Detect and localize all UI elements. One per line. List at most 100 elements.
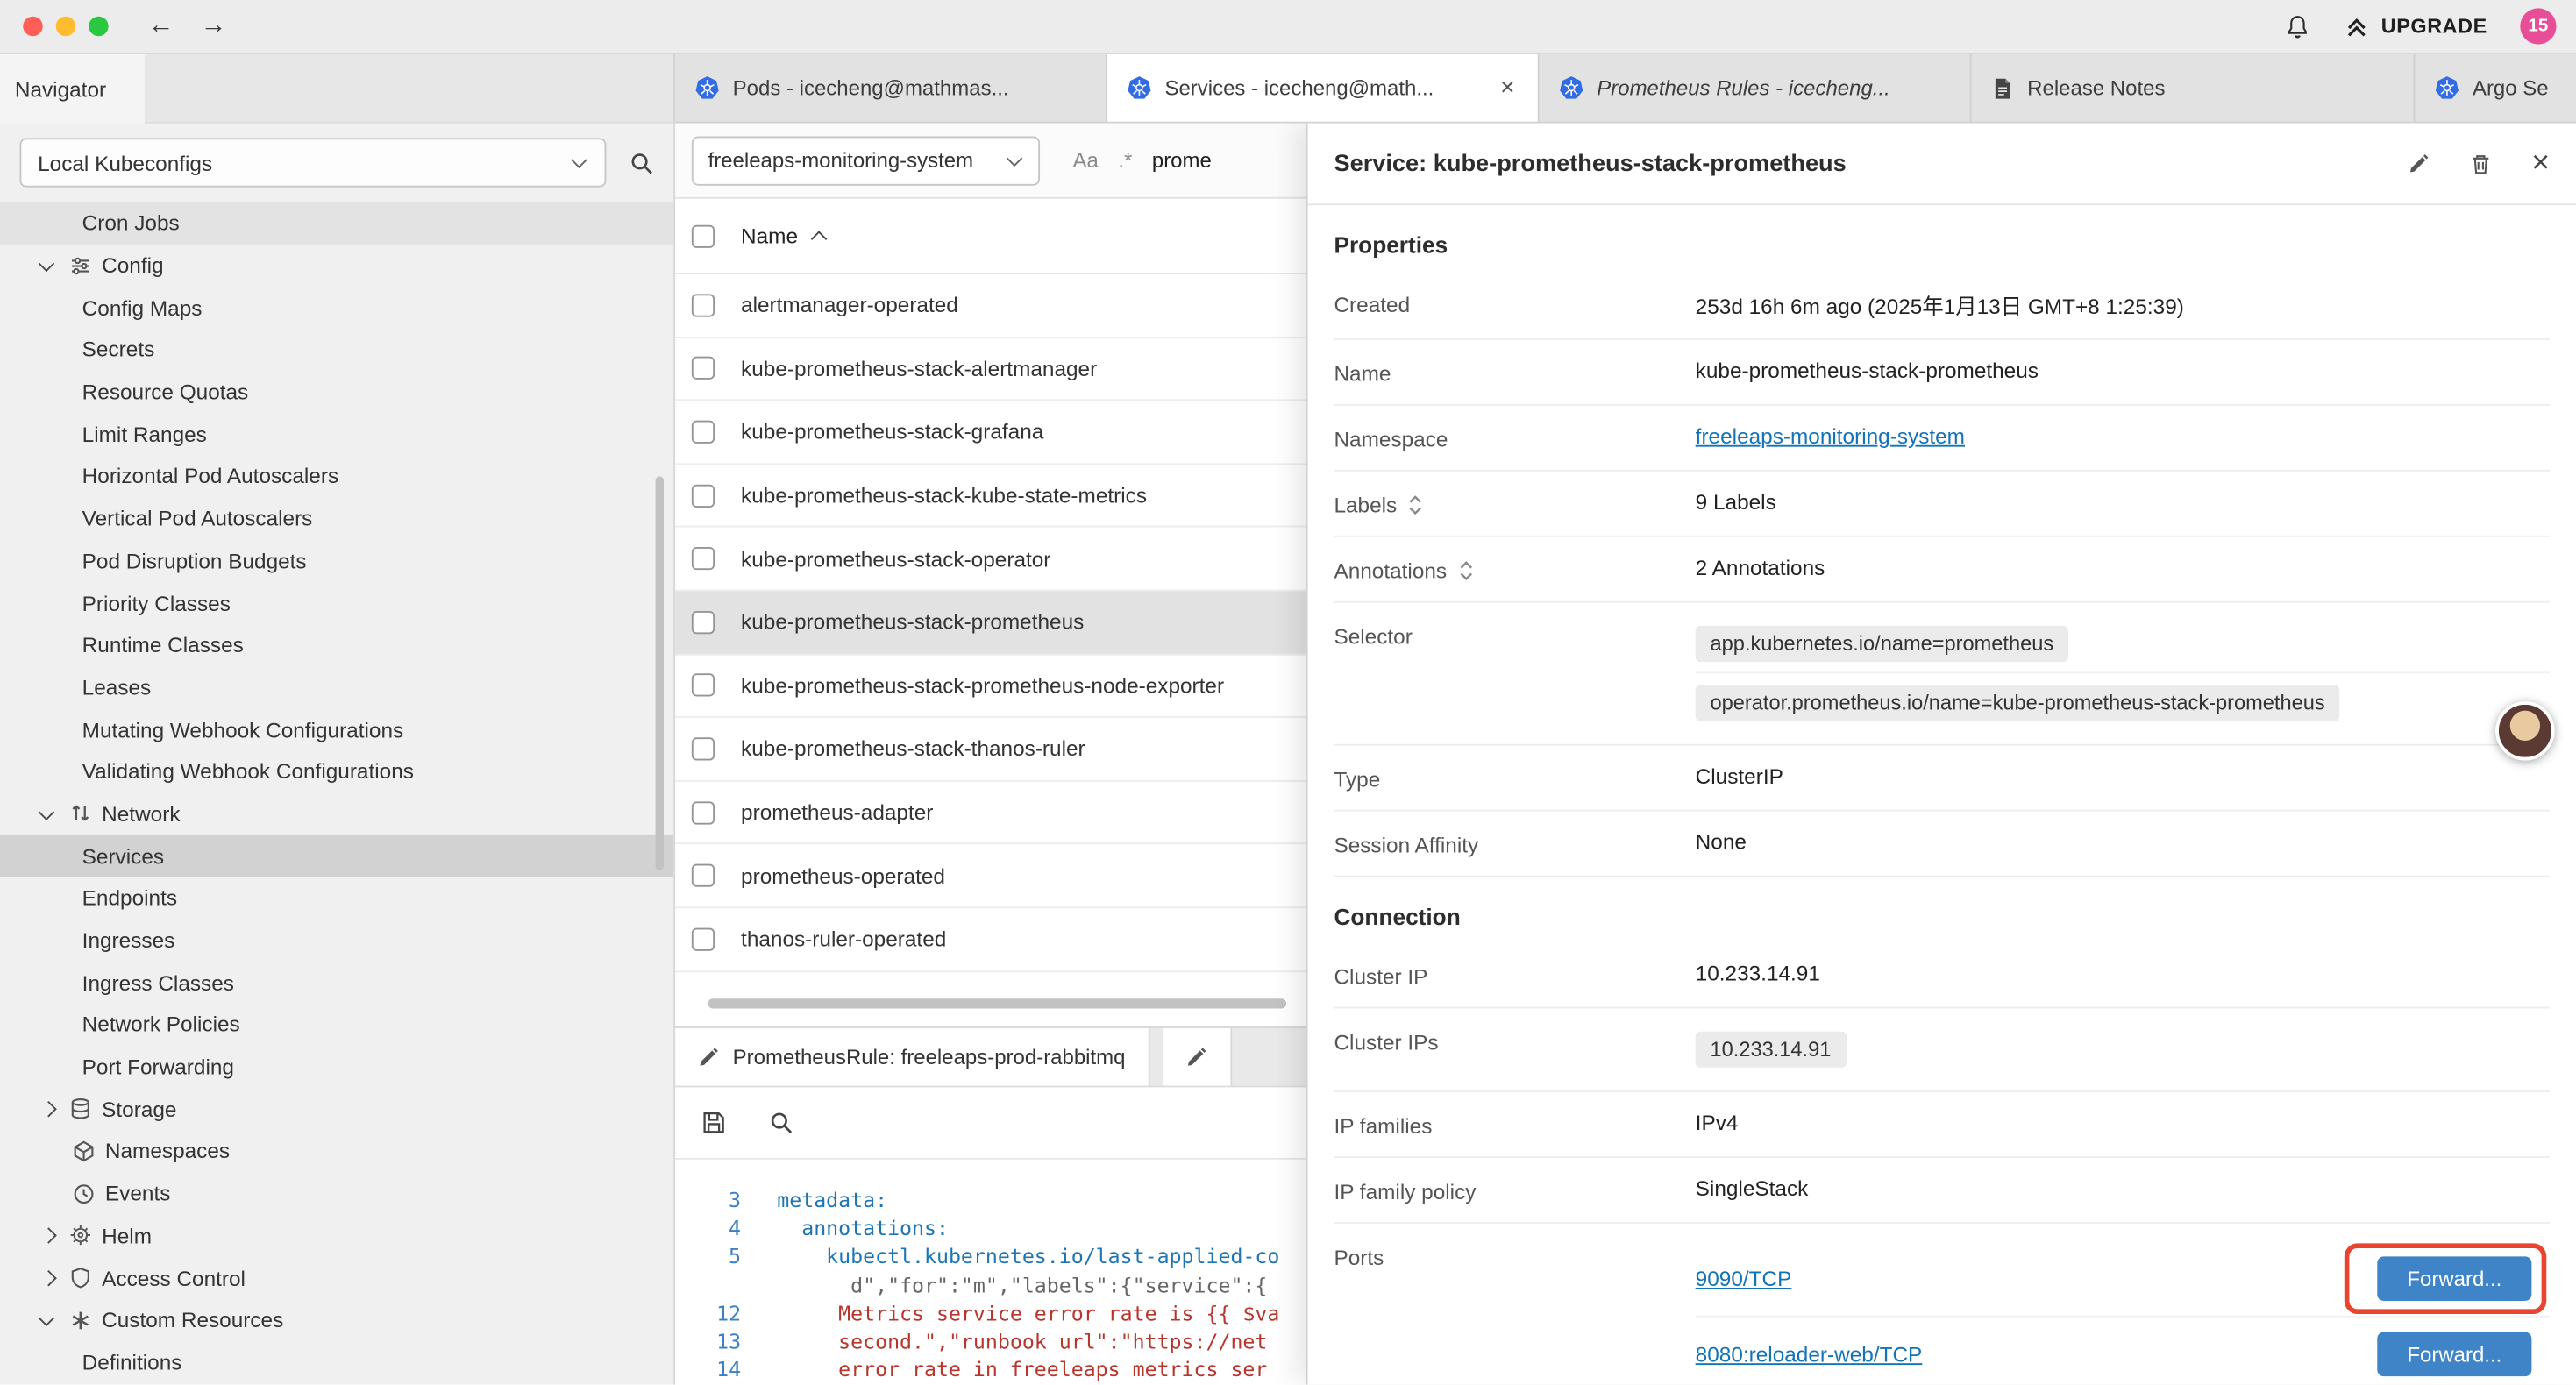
sidebar-item-horizontal-pod-autoscalers[interactable]: Horizontal Pod Autoscalers — [0, 455, 673, 497]
save-icon[interactable] — [701, 1111, 726, 1135]
sidebar-search-icon[interactable] — [630, 150, 654, 174]
row-checkbox[interactable] — [692, 611, 715, 634]
sidebar-item-pod-disruption-budgets[interactable]: Pod Disruption Budgets — [0, 540, 673, 582]
notification-badge[interactable]: 15 — [2520, 8, 2556, 44]
port-link[interactable]: 8080:reloader-web/TCP — [1696, 1342, 1923, 1367]
sidebar-item-priority-classes[interactable]: Priority Classes — [0, 582, 673, 624]
table-row[interactable]: alertmanager-operated — [675, 274, 1306, 337]
row-checkbox[interactable] — [692, 357, 715, 380]
updown-icon — [1408, 494, 1423, 515]
close-window-button[interactable] — [23, 17, 42, 36]
table-row[interactable]: kube-prometheus-stack-grafana — [675, 401, 1306, 465]
select-all-checkbox[interactable] — [692, 224, 715, 247]
sidebar-scrollbar[interactable] — [656, 476, 664, 870]
back-button[interactable]: ← — [148, 13, 174, 39]
sidebar-item-network[interactable]: Network — [0, 792, 673, 835]
tab-prometheus-rules-icecheng[interactable]: Prometheus Rules - icecheng... — [1540, 54, 1972, 122]
sidebar-item-vertical-pod-autoscalers[interactable]: Vertical Pod Autoscalers — [0, 497, 673, 539]
table-row[interactable]: thanos-ruler-operated — [675, 908, 1306, 971]
support-avatar[interactable] — [2495, 701, 2554, 760]
row-checkbox[interactable] — [692, 294, 715, 316]
chevron-right-icon — [36, 1267, 59, 1289]
table-row[interactable]: kube-prometheus-stack-prometheus — [675, 591, 1306, 654]
tab-release-notes[interactable]: Release Notes — [1971, 54, 2415, 122]
match-case-toggle[interactable]: Aa — [1073, 148, 1099, 173]
sidebar-item-validating-webhook-configurations[interactable]: Validating Webhook Configurations — [0, 750, 673, 792]
tab-services-icecheng-math[interactable]: Services - icecheng@math...× — [1107, 54, 1540, 122]
sidebar-item-port-forwarding[interactable]: Port Forwarding — [0, 1046, 673, 1088]
close-icon[interactable]: × — [1497, 75, 1518, 100]
row-checkbox[interactable] — [692, 421, 715, 444]
row-checkbox[interactable] — [692, 737, 715, 760]
sidebar-item-ingress-classes[interactable]: Ingress Classes — [0, 962, 673, 1004]
sidebar-item-label: Cron Jobs — [82, 210, 180, 235]
sidebar-item-ingresses[interactable]: Ingresses — [0, 920, 673, 962]
forward-button[interactable]: Forward... — [2377, 1332, 2531, 1377]
port-link[interactable]: 9090/TCP — [1696, 1267, 1792, 1291]
sidebar-item-custom-resources[interactable]: Custom Resources — [0, 1299, 673, 1341]
forward-button[interactable]: Forward... — [2377, 1256, 2531, 1301]
sidebar-item-storage[interactable]: Storage — [0, 1088, 673, 1130]
kubeconfig-selector[interactable]: Local Kubeconfigs — [19, 138, 606, 187]
sidebar-item-endpoints[interactable]: Endpoints — [0, 877, 673, 920]
sidebar-item-runtime-classes[interactable]: Runtime Classes — [0, 624, 673, 666]
list-search[interactable]: Aa .* prome — [1073, 148, 1212, 173]
namespace-filter-dropdown[interactable]: freeleaps-monitoring-system — [692, 136, 1040, 185]
sidebar-item-namespaces[interactable]: Namespaces — [0, 1130, 673, 1172]
sidebar-item-leases[interactable]: Leases — [0, 666, 673, 708]
zoom-window-button[interactable] — [89, 17, 108, 36]
namespace-link[interactable]: freeleaps-monitoring-system — [1696, 423, 1965, 448]
line-number: 4 — [675, 1214, 758, 1242]
sidebar-item-events[interactable]: Events — [0, 1172, 673, 1214]
yaml-editor[interactable]: 3metadata:4 annotations:5 kubectl.kubern… — [675, 1160, 1306, 1385]
forward-nav-button[interactable]: → — [201, 13, 227, 39]
sidebar-item-limit-ranges[interactable]: Limit Ranges — [0, 413, 673, 455]
search-input[interactable]: prome — [1152, 148, 1212, 173]
sidebar-item-resource-quotas[interactable]: Resource Quotas — [0, 371, 673, 413]
regex-toggle[interactable]: .* — [1118, 148, 1132, 173]
table-row[interactable]: kube-prometheus-stack-thanos-ruler — [675, 718, 1306, 781]
close-icon[interactable]: × — [2531, 148, 2550, 180]
sidebar-item-label: Runtime Classes — [82, 633, 244, 657]
tab-pods-icecheng-mathmas[interactable]: Pods - icecheng@mathmas... — [675, 54, 1107, 122]
sidebar-item-config-maps[interactable]: Config Maps — [0, 287, 673, 329]
upgrade-button[interactable]: UPGRADE — [2345, 14, 2487, 39]
table-row[interactable]: kube-prometheus-stack-prometheus-node-ex… — [675, 655, 1306, 718]
bell-icon[interactable] — [2284, 12, 2312, 40]
navigator-tree: Cron Jobs ConfigConfig MapsSecretsResourc… — [0, 202, 673, 1383]
row-checkbox[interactable] — [692, 864, 715, 887]
sidebar-item-network-policies[interactable]: Network Policies — [0, 1004, 673, 1046]
sidebar-item-config[interactable]: Config — [0, 245, 673, 287]
sidebar-item-secrets[interactable]: Secrets — [0, 329, 673, 371]
sidebar-item-definitions[interactable]: Definitions — [0, 1341, 673, 1383]
sidebar-item-helm[interactable]: Helm — [0, 1215, 673, 1257]
row-checkbox[interactable] — [692, 801, 715, 824]
minimize-window-button[interactable] — [56, 17, 75, 36]
row-checkbox[interactable] — [692, 927, 715, 950]
navigator-panel: Local Kubeconfigs Cron Jobs ConfigConfig … — [0, 124, 675, 1385]
editor-search-icon[interactable] — [769, 1111, 793, 1135]
table-row[interactable]: prometheus-adapter — [675, 781, 1306, 844]
code-text: kubectl.kubernetes.io/last-applied-co — [777, 1242, 1279, 1270]
delete-icon[interactable] — [2469, 152, 2492, 174]
sidebar-item-cron-jobs[interactable]: Cron Jobs — [0, 202, 673, 244]
table-row[interactable]: kube-prometheus-stack-alertmanager — [675, 337, 1306, 401]
table-row[interactable]: kube-prometheus-stack-kube-state-metrics — [675, 465, 1306, 528]
row-checkbox[interactable] — [692, 547, 715, 570]
row-checkbox[interactable] — [692, 484, 715, 507]
horizontal-scrollbar[interactable] — [708, 998, 1287, 1008]
sidebar-item-mutating-webhook-configurations[interactable]: Mutating Webhook Configurations — [0, 708, 673, 750]
row-checkbox[interactable] — [692, 674, 715, 697]
sidebar-item-access-control[interactable]: Access Control — [0, 1257, 673, 1299]
column-header-name[interactable]: Name — [741, 224, 828, 248]
edit-icon[interactable] — [2409, 153, 2430, 174]
line-number: 13 — [675, 1327, 758, 1355]
detail-row-created: Created253d 16h 6m ago (2025年1月13日 GMT+8… — [1334, 271, 2550, 340]
dock-tab[interactable] — [1163, 1028, 1233, 1086]
sidebar-item-services[interactable]: Services — [0, 835, 673, 877]
dock-tab-prometheusrule-freeleaps-prod-rabbitmq[interactable]: PrometheusRule: freeleaps-prod-rabbitmq — [675, 1028, 1150, 1086]
table-row[interactable]: prometheus-operated — [675, 845, 1306, 908]
tab-label: Argo Se — [2473, 75, 2557, 100]
tab-argo-se[interactable]: Argo Se — [2415, 54, 2576, 122]
table-row[interactable]: kube-prometheus-stack-operator — [675, 528, 1306, 591]
